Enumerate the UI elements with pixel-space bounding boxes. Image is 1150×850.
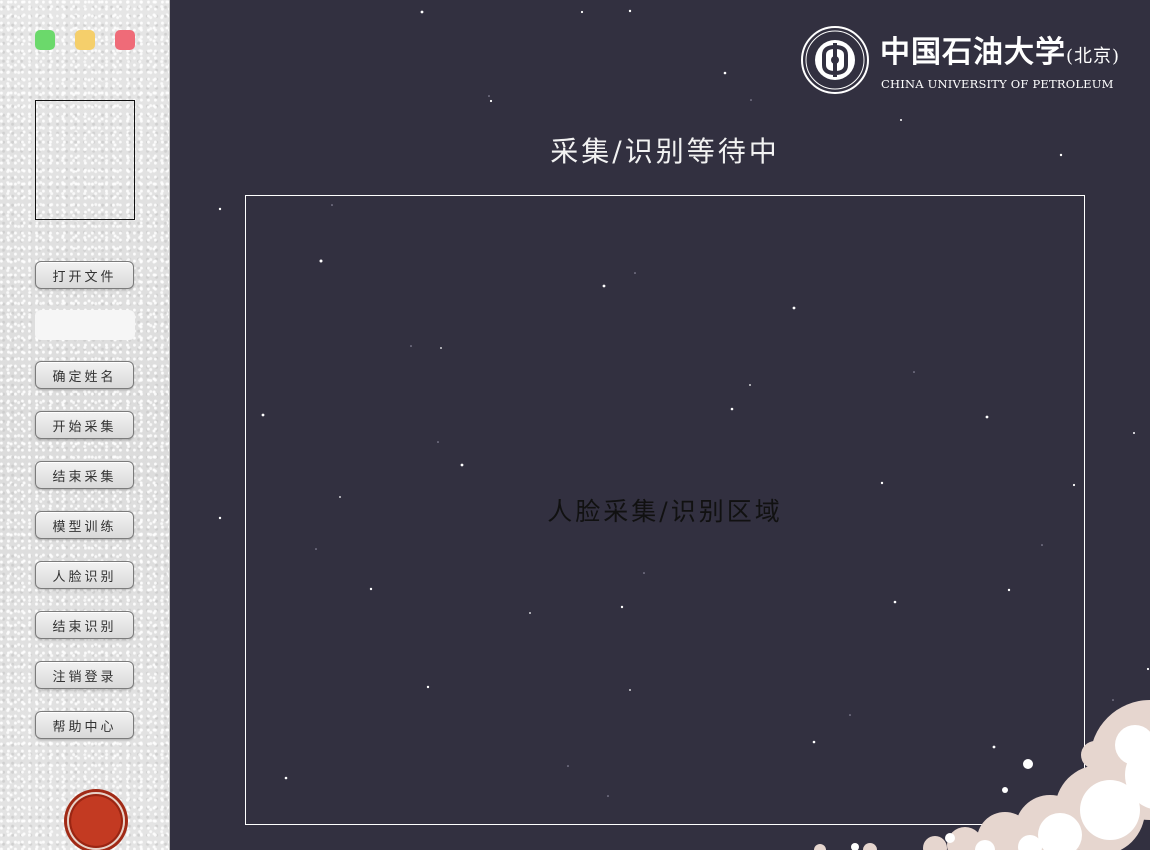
photo-preview: [35, 100, 135, 220]
open-file-button[interactable]: 打开文件: [35, 261, 134, 289]
university-logo: 中国石油大学(北京) CHINA UNIVERSITY OF PETROLEUM: [800, 25, 1130, 95]
end-capture-button[interactable]: 结束采集: [35, 461, 134, 489]
name-input[interactable]: [35, 310, 135, 340]
confirm-name-button[interactable]: 确定姓名: [35, 361, 134, 389]
window-yellow-button[interactable]: [75, 30, 95, 50]
cloud-decoration: [814, 700, 1150, 850]
help-center-button[interactable]: 帮助中心: [35, 711, 134, 739]
window-red-button[interactable]: [115, 30, 135, 50]
capture-area-label: 人脸采集/识别区域: [547, 497, 783, 526]
logout-button[interactable]: 注销登录: [35, 661, 134, 689]
face-recognition-button[interactable]: 人脸识别: [35, 561, 134, 589]
train-model-button[interactable]: 模型训练: [35, 511, 134, 539]
sidebar: 打开文件 确定姓名 开始采集 结束采集 模型训练 人脸识别 结束识别 注销登录 …: [0, 0, 170, 850]
seal-icon: [67, 792, 125, 850]
university-english-name: CHINA UNIVERSITY OF PETROLEUM: [881, 77, 1114, 91]
university-name: 中国石油大学(北京): [880, 35, 1121, 70]
university-emblem-icon: [801, 26, 869, 94]
start-capture-button[interactable]: 开始采集: [35, 411, 134, 439]
window-green-button[interactable]: [35, 30, 55, 50]
status-text: 采集/识别等待中: [550, 135, 780, 168]
end-recognition-button[interactable]: 结束识别: [35, 611, 134, 639]
